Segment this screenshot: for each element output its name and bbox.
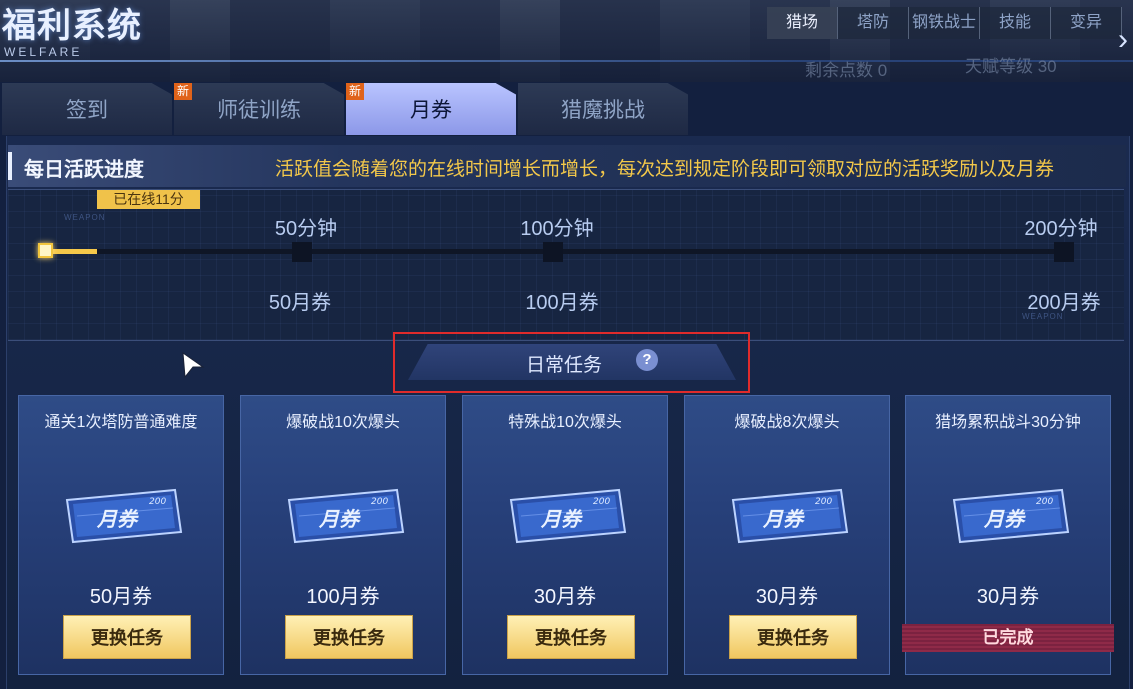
ticket-text: 月券 [540,507,583,531]
header-divider [0,60,1133,62]
progress-knob [38,243,53,258]
top-tab-bar: 猎场 塔防 钢铁战士 技能 变异 [767,7,1122,39]
milestone-marker [1054,242,1074,262]
milestone-time: 100分钟 [520,218,594,240]
ticket-value: 200 [149,497,166,507]
top-tab-mutation[interactable]: 变异 [1051,7,1122,39]
monthly-ticket-icon: 月券 200 [509,488,627,544]
milestone-marker [292,242,312,262]
monthly-ticket-icon: 月券 200 [65,488,183,544]
top-tab-iron-warrior[interactable]: 钢铁战士 [909,7,980,39]
task-reward: 30月券 [755,586,819,608]
tab-monthly-ticket[interactable]: 月券 [346,83,516,135]
task-card: 爆破战8次爆头月券 200 30月券更换任务 [684,395,890,675]
monthly-ticket-icon: 月券 200 [952,488,1070,544]
task-reward: 50月券 [89,586,153,608]
milestone-time: 50分钟 [274,218,338,240]
talent-level-text: 天赋等级 30 [965,57,1057,76]
change-task-button[interactable]: 更换任务 [729,615,857,659]
progress-title: 每日活跃进度 [24,159,144,181]
window-title: 福利系统 [2,6,142,46]
task-title: 猎场累积战斗30分钟 [935,414,1081,431]
tab-demon-challenge[interactable]: 猎魔挑战 [518,83,688,135]
top-tab-tower-defense[interactable]: 塔防 [838,7,909,39]
task-reward: 30月券 [976,586,1040,608]
monthly-ticket-icon: 月券 200 [731,488,849,544]
change-task-button[interactable]: 更换任务 [507,615,635,659]
cursor-icon [182,351,205,379]
change-task-button[interactable]: 更换任务 [63,615,191,659]
task-title: 特殊战10次爆头 [508,414,622,431]
task-completed-label: 已完成 [902,624,1114,652]
ticket-text: 月券 [983,507,1026,531]
ticket-value: 200 [1036,497,1053,507]
monthly-ticket-icon: 月券 200 [287,488,405,544]
milestone-reward[interactable]: 100月券 [525,286,598,315]
ticket-text: 月券 [96,507,139,531]
new-badge: 新 [346,83,364,100]
milestone-time: 200分钟 [1024,218,1098,240]
task-title: 爆破战8次爆头 [734,414,840,431]
task-card: 特殊战10次爆头月券 200 30月券更换任务 [462,395,668,675]
progress-description: 活跃值会随着您的在线时间增长而增长，每次达到规定阶段即可领取对应的活跃奖励以及月… [275,159,1055,180]
daily-tasks-title: 日常任务 [526,355,603,376]
change-task-button[interactable]: 更换任务 [285,615,413,659]
top-tab-hunting[interactable]: 猎场 [767,7,838,39]
help-icon[interactable]: ? [636,349,658,371]
tab-mentor-training[interactable]: 师徒训练 [174,83,344,135]
task-card: 爆破战10次爆头月券 200 100月券更换任务 [240,395,446,675]
ticket-value: 200 [815,497,832,507]
top-tab-skills[interactable]: 技能 [980,7,1051,39]
ticket-value: 200 [593,497,610,507]
task-reward: 30月券 [533,586,597,608]
new-badge: 新 [174,83,192,100]
deco-label: WEAPON [64,213,106,222]
tab-sign-in[interactable]: 签到 [2,83,172,135]
milestone-reward[interactable]: 50月券 [269,286,331,315]
ticket-value: 200 [371,497,388,507]
task-title: 通关1次塔防普通难度 [44,414,198,431]
window-subtitle: WELFARE [4,45,83,59]
remaining-points-text: 剩余点数 0 [805,61,888,80]
task-reward: 100月券 [306,586,380,608]
task-card: 通关1次塔防普通难度月券 200 50月券更换任务 [18,395,224,675]
online-time-badge: 已在线11分 [97,190,200,209]
task-title: 爆破战10次爆头 [286,414,400,431]
window-title-group: 福利系统 WELFARE [2,6,142,58]
milestone-reward[interactable]: 200月券 [1027,286,1100,315]
header-accent-bar [8,152,12,180]
ticket-text: 月券 [318,507,361,531]
task-card: 猎场累积战斗30分钟月券 200 30月券已完成 [902,395,1114,675]
chevron-right-icon[interactable]: › [1118,25,1128,55]
milestone-marker [543,242,563,262]
ticket-text: 月券 [762,507,805,531]
